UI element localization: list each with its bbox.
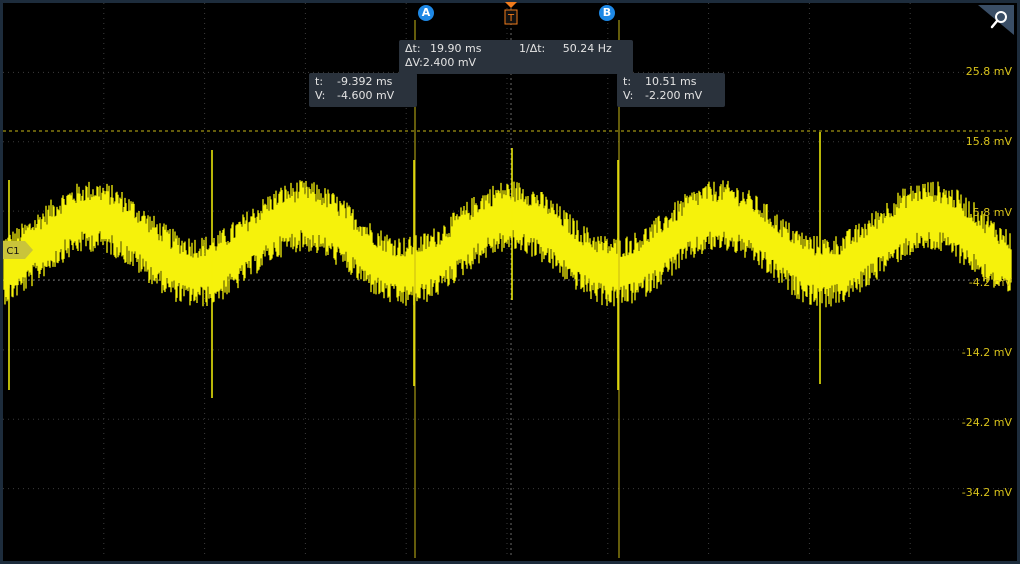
zoom-button[interactable] — [978, 5, 1014, 35]
delta-row-1: Δt: 19.90 ms 1/Δt: 50.24 Hz — [405, 42, 627, 56]
vertical-scale-label: 25.8 mV — [965, 65, 1012, 78]
channel-tag-arrow-icon: C1 — [3, 241, 33, 259]
oscilloscope-display[interactable]: 25.8 mV 15.8 mV 5.8 mV -4.2 mV -14.2 mV … — [0, 0, 1020, 564]
dv-label: ΔV: — [405, 56, 423, 69]
cursor-b-marker[interactable]: B — [599, 5, 615, 21]
vertical-scale-label: -14.2 mV — [961, 346, 1012, 359]
inv-dt-label: 1/Δt: — [518, 42, 546, 55]
vertical-scale-label: -24.2 mV — [961, 416, 1012, 429]
delta-row-2: ΔV:2.400 mV — [405, 56, 627, 70]
inv-dt-value: 50.24 Hz — [562, 42, 612, 55]
cursor-b-readout[interactable]: t: 10.51 ms V: -2.200 mV — [617, 73, 725, 107]
time-value: 10.51 ms — [645, 75, 697, 88]
voltage-value: -2.200 mV — [645, 89, 703, 102]
vertical-scale-label: -34.2 mV — [961, 486, 1012, 499]
voltage-label: V: — [315, 89, 326, 102]
dv-value: 2.400 mV — [422, 56, 477, 69]
vertical-scale-label: 15.8 mV — [965, 135, 1012, 148]
vertical-scale-label: -4.2 mV — [968, 276, 1012, 289]
channel-1-tag[interactable]: C1 — [3, 241, 33, 259]
dt-value: 19.90 ms — [430, 42, 482, 55]
cursor-b-voltage-row: V: -2.200 mV — [623, 89, 719, 103]
trigger-label: T — [507, 13, 515, 24]
voltage-value: -4.600 mV — [337, 89, 395, 102]
voltage-label: V: — [623, 89, 634, 102]
delta-readout[interactable]: Δt: 19.90 ms 1/Δt: 50.24 Hz ΔV:2.400 mV — [399, 40, 633, 74]
dt-label: Δt: — [405, 42, 421, 55]
cursor-a-readout[interactable]: t: -9.392 ms V: -4.600 mV — [309, 73, 417, 107]
time-value: -9.392 ms — [337, 75, 393, 88]
cursor-b-time-row: t: 10.51 ms — [623, 75, 719, 89]
channel-label: C1 — [6, 246, 19, 257]
time-label: t: — [623, 75, 632, 88]
waveform-plot[interactable] — [0, 0, 1020, 564]
cursor-a-voltage-row: V: -4.600 mV — [315, 89, 411, 103]
cursor-a-time-row: t: -9.392 ms — [315, 75, 411, 89]
trigger-icon: T — [504, 2, 518, 25]
vertical-scale-label: 5.8 mV — [972, 206, 1012, 219]
magnifier-icon — [978, 5, 1014, 35]
cursor-a-marker[interactable]: A — [418, 5, 434, 21]
trigger-marker[interactable]: T — [504, 0, 518, 26]
time-label: t: — [315, 75, 324, 88]
